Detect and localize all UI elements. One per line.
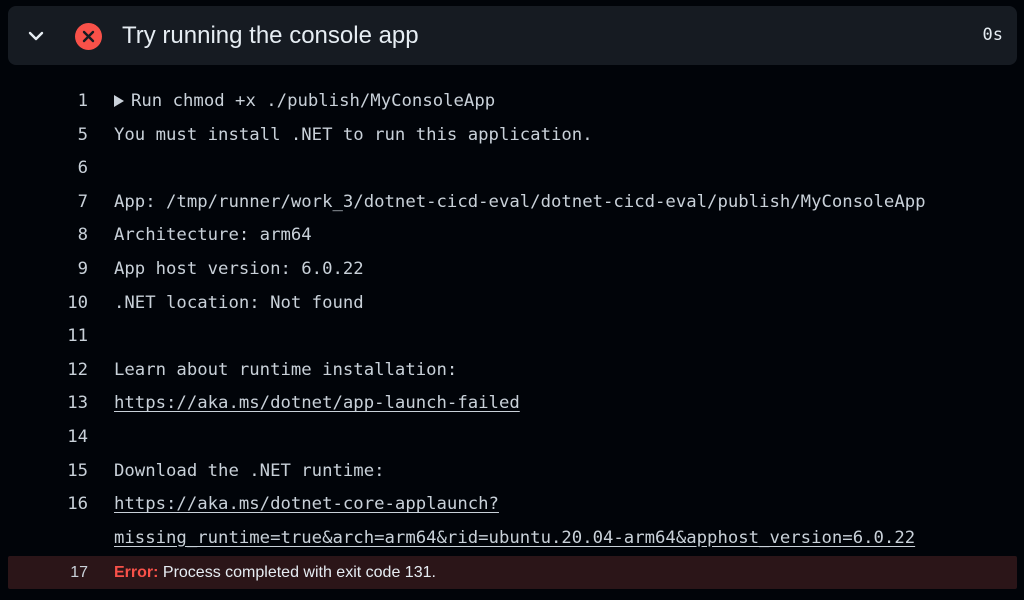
runtime-download-link[interactable]: https://aka.ms/dotnet-core-applaunch? <box>114 494 499 514</box>
log-line-content: https://aka.ms/dotnet/app-launch-failed <box>114 387 520 421</box>
log-line: 9 App host version: 6.0.22 <box>0 253 1024 287</box>
log-line[interactable]: 1 Run chmod +x ./publish/MyConsoleApp <box>0 85 1024 119</box>
log-line: 8 Architecture: arm64 <box>0 219 1024 253</box>
log-line-content: You must install .NET to run this applic… <box>114 124 593 145</box>
line-number[interactable]: 16 <box>48 488 88 522</box>
line-number[interactable]: 14 <box>48 421 88 455</box>
log-line-content: App host version: 6.0.22 <box>114 258 364 279</box>
log-line-content: App: /tmp/runner/work_3/dotnet-cicd-eval… <box>114 191 926 212</box>
line-number[interactable]: 11 <box>48 320 88 354</box>
chevron-down-icon[interactable] <box>26 26 46 46</box>
line-number[interactable]: 1 <box>48 85 88 119</box>
runtime-download-link-continued[interactable]: missing_runtime=true&arch=arm64&rid=ubun… <box>114 528 915 548</box>
error-label: Error: <box>114 564 159 581</box>
log-line: 13 https://aka.ms/dotnet/app-launch-fail… <box>0 387 1024 421</box>
log-line: 16 https://aka.ms/dotnet-core-applaunch? <box>0 488 1024 522</box>
line-number[interactable]: 12 <box>48 354 88 388</box>
step-header[interactable]: Try running the console app 0s <box>8 6 1017 65</box>
log-line-content: https://aka.ms/dotnet-core-applaunch? <box>114 488 499 522</box>
log-line-content: .NET location: Not found <box>114 292 364 313</box>
expand-triangle-icon[interactable] <box>114 95 124 107</box>
log-line: missing_runtime=true&arch=arm64&rid=ubun… <box>0 522 1024 556</box>
log-line-content: Download the .NET runtime: <box>114 460 385 481</box>
line-number[interactable]: 13 <box>48 387 88 421</box>
run-command-text: Run chmod +x ./publish/MyConsoleApp <box>131 91 496 111</box>
log-line-content: Learn about runtime installation: <box>114 359 458 380</box>
log-line: 11 <box>0 320 1024 354</box>
line-number[interactable]: 9 <box>48 253 88 287</box>
x-circle-icon <box>75 23 102 50</box>
line-number[interactable]: 8 <box>48 219 88 253</box>
app-launch-failed-link[interactable]: https://aka.ms/dotnet/app-launch-failed <box>114 393 520 413</box>
error-text: Process completed with exit code 131. <box>158 564 436 581</box>
log-line: 5 You must install .NET to run this appl… <box>0 119 1024 153</box>
log-line: 10 .NET location: Not found <box>0 287 1024 321</box>
log-output: 1 Run chmod +x ./publish/MyConsoleApp 5 … <box>0 85 1024 555</box>
line-number[interactable]: 15 <box>48 455 88 489</box>
log-line-content: missing_runtime=true&arch=arm64&rid=ubun… <box>114 522 915 556</box>
log-line: 12 Learn about runtime installation: <box>0 354 1024 388</box>
log-line-content[interactable]: Run chmod +x ./publish/MyConsoleApp <box>114 85 495 119</box>
log-line-content: Architecture: arm64 <box>114 225 312 246</box>
step-duration: 0s <box>982 25 1003 45</box>
log-line: 7 App: /tmp/runner/work_3/dotnet-cicd-ev… <box>0 186 1024 220</box>
line-number[interactable]: 7 <box>48 186 88 220</box>
line-number[interactable]: 17 <box>48 556 88 589</box>
line-number[interactable]: 6 <box>48 152 88 186</box>
line-number[interactable]: 5 <box>48 119 88 153</box>
log-line: 6 <box>0 152 1024 186</box>
step-title: Try running the console app <box>122 22 419 49</box>
error-log-line: 17 Error: Process completed with exit co… <box>8 556 1017 589</box>
log-line: 14 <box>0 421 1024 455</box>
error-message: Error: Process completed with exit code … <box>114 556 436 589</box>
log-line: 15 Download the .NET runtime: <box>0 455 1024 489</box>
line-number[interactable]: 10 <box>48 287 88 321</box>
